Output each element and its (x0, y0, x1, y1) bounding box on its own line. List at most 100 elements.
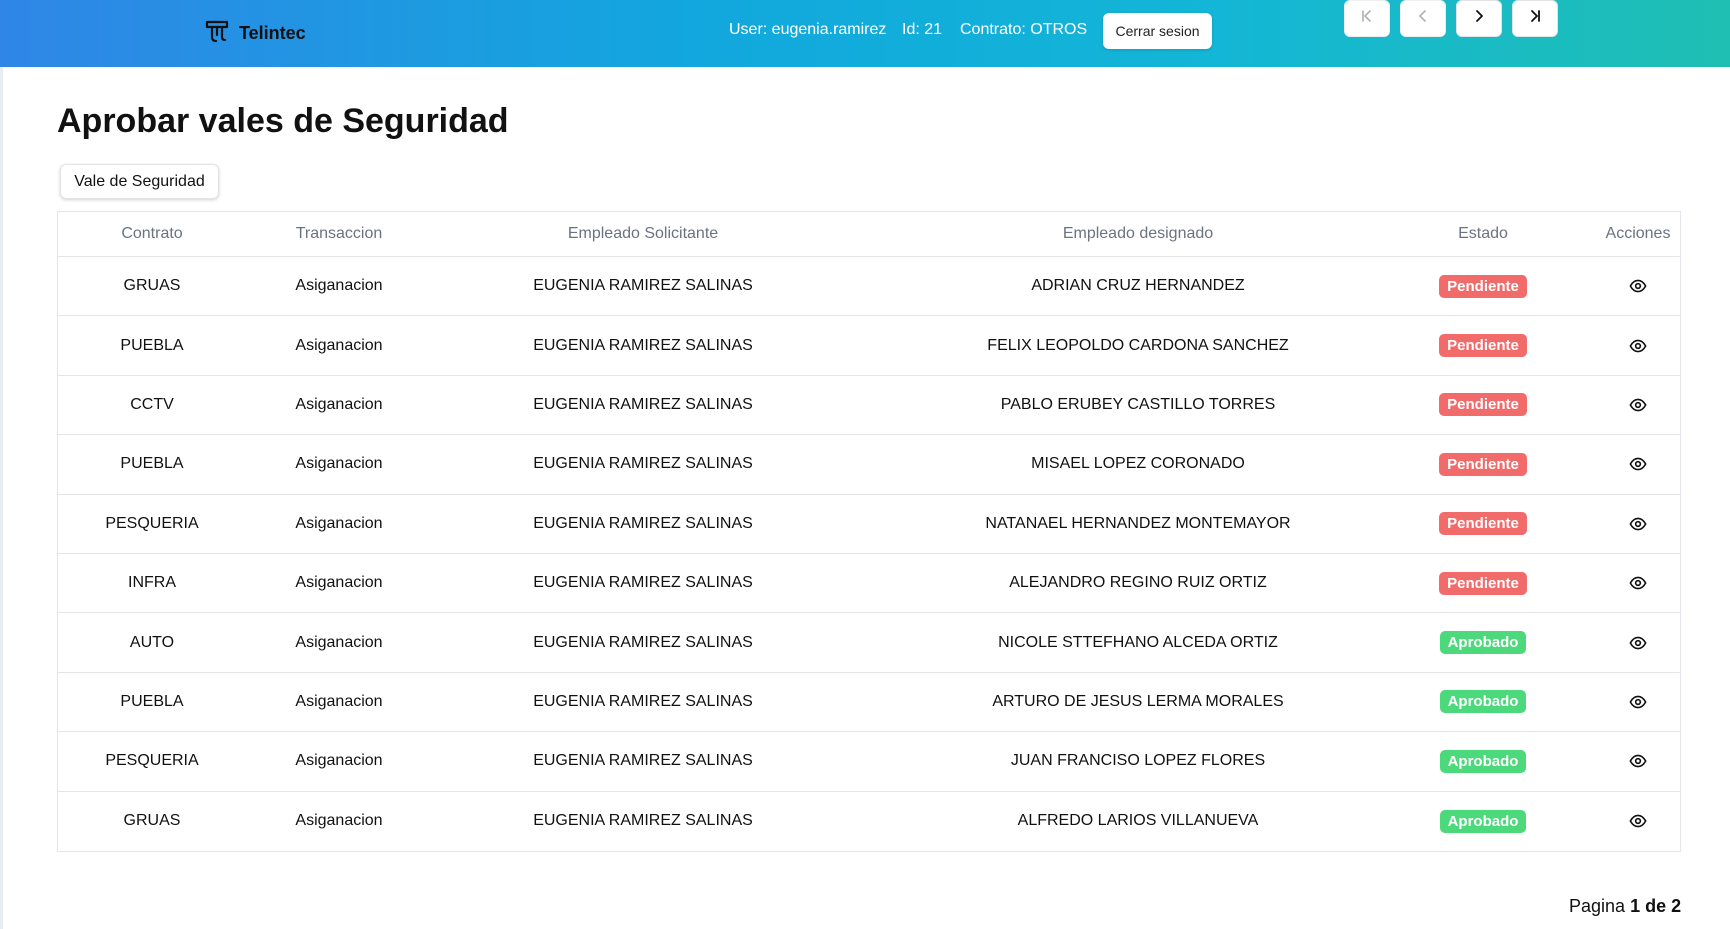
eye-icon (1629, 634, 1647, 652)
cell-solicitante: EUGENIA RAMIREZ SALINAS (533, 455, 753, 473)
table-row: INFRA Asiganacion EUGENIA RAMIREZ SALINAS A… (58, 554, 1680, 614)
cell-transaccion: Asiganacion (295, 692, 383, 710)
cell-designado: ADRIAN CRUZ HERNANDEZ (1031, 277, 1245, 295)
user-id-label: Id: 21 (902, 21, 943, 38)
page-separator: de (1645, 896, 1667, 916)
cell-contrato: PESQUERIA (105, 752, 199, 770)
view-button[interactable] (1624, 450, 1652, 478)
cell-designado: MISAEL LOPEZ CORONADO (1031, 455, 1245, 473)
table-header: Contrato Transaccion Empleado Solicitant… (58, 212, 1680, 257)
view-button[interactable] (1624, 272, 1652, 300)
first-page-button[interactable] (1344, 0, 1390, 37)
cell-designado: JUAN FRANCISO LOPEZ FLORES (1010, 752, 1266, 770)
cell-transaccion: Asiganacion (295, 277, 383, 295)
cell-solicitante: EUGENIA RAMIREZ SALINAS (533, 514, 753, 532)
current-page: 1 (1630, 896, 1641, 916)
cell-acciones (1598, 257, 1678, 315)
cell-estado: Pendiente (1398, 257, 1568, 315)
column-header-estado: Estado (1458, 225, 1508, 242)
cell-transaccion: Asiganacion (295, 752, 383, 770)
cell-estado: Pendiente (1398, 554, 1568, 612)
view-button[interactable] (1624, 391, 1652, 419)
view-button[interactable] (1624, 569, 1652, 597)
cell-acciones (1598, 732, 1678, 790)
eye-icon (1629, 693, 1647, 711)
cell-estado: Pendiente (1398, 495, 1568, 553)
left-divider (0, 67, 3, 929)
column-header-contrato: Contrato (121, 225, 183, 242)
table-row: PUEBLA Asiganacion EUGENIA RAMIREZ SALINAS… (58, 673, 1680, 733)
table-row: PUEBLA Asiganacion EUGENIA RAMIREZ SALINAS… (58, 316, 1680, 376)
cell-designado: NATANAEL HERNANDEZ MONTEMAYOR (985, 514, 1291, 532)
cell-contrato: GRUAS (123, 277, 181, 295)
vales-table: Contrato Transaccion Empleado Solicitant… (57, 211, 1681, 852)
cell-estado: Aprobado (1398, 613, 1568, 671)
contract-label: Contrato: OTROS (960, 21, 1088, 38)
view-button[interactable] (1624, 629, 1652, 657)
cell-acciones (1598, 316, 1678, 374)
table-row: PUEBLA Asiganacion EUGENIA RAMIREZ SALINAS… (58, 435, 1680, 495)
logout-button[interactable]: Cerrar sesion (1103, 13, 1212, 49)
prev-page-icon (1415, 8, 1431, 29)
cell-contrato: PUEBLA (120, 692, 184, 710)
table-row: CCTV Asiganacion EUGENIA RAMIREZ SALINAS PA… (58, 376, 1680, 436)
cell-solicitante: EUGENIA RAMIREZ SALINAS (533, 633, 753, 651)
cell-acciones (1598, 376, 1678, 434)
cell-estado: Aprobado (1398, 732, 1568, 790)
cell-estado: Pendiente (1398, 316, 1568, 374)
cell-acciones (1598, 554, 1678, 612)
column-header-transaccion: Transaccion (295, 225, 383, 242)
view-button[interactable] (1624, 807, 1652, 835)
brand-name: Telintec (239, 23, 306, 43)
status-badge: Aprobado (1439, 749, 1527, 773)
cell-contrato: GRUAS (123, 812, 181, 830)
cell-contrato: PUEBLA (120, 455, 184, 473)
view-button[interactable] (1624, 510, 1652, 538)
user-label: User: eugenia.ramirez (729, 21, 887, 38)
view-button[interactable] (1624, 332, 1652, 360)
cell-solicitante: EUGENIA RAMIREZ SALINAS (533, 395, 753, 413)
column-header-solicitante: Empleado Solicitante (567, 225, 719, 242)
page-label: Pagina (1569, 896, 1626, 916)
eye-icon (1629, 455, 1647, 473)
cell-solicitante: EUGENIA RAMIREZ SALINAS (533, 277, 753, 295)
status-badge: Pendiente (1439, 512, 1527, 536)
cell-acciones (1598, 435, 1678, 493)
cell-solicitante: EUGENIA RAMIREZ SALINAS (533, 752, 753, 770)
cell-acciones (1598, 673, 1678, 731)
status-badge: Aprobado (1439, 631, 1527, 655)
cell-designado: ALFREDO LARIOS VILLANUEVA (1017, 812, 1259, 830)
last-page-icon (1527, 8, 1543, 29)
next-page-button[interactable] (1456, 0, 1502, 37)
cell-contrato: PUEBLA (120, 336, 184, 354)
cell-transaccion: Asiganacion (295, 812, 383, 830)
view-button[interactable] (1624, 688, 1652, 716)
status-badge: Pendiente (1439, 571, 1527, 595)
cell-contrato: AUTO (129, 633, 175, 651)
column-header-acciones: Acciones (1605, 225, 1671, 242)
prev-page-button[interactable] (1400, 0, 1446, 37)
cell-transaccion: Asiganacion (295, 336, 383, 354)
eye-icon (1629, 396, 1647, 414)
status-badge: Pendiente (1439, 393, 1527, 417)
cell-solicitante: EUGENIA RAMIREZ SALINAS (533, 336, 753, 354)
view-button[interactable] (1624, 747, 1652, 775)
last-page-button[interactable] (1512, 0, 1558, 37)
cell-acciones (1598, 495, 1678, 553)
cell-solicitante: EUGENIA RAMIREZ SALINAS (533, 812, 753, 830)
cell-designado: ALEJANDRO REGINO RUIZ ORTIZ (1009, 574, 1267, 592)
page-title: Aprobar vales de Seguridad (57, 102, 509, 140)
brand[interactable]: Telintec (203, 17, 306, 50)
cell-estado: Aprobado (1398, 673, 1568, 731)
cell-solicitante: EUGENIA RAMIREZ SALINAS (533, 692, 753, 710)
vale-de-seguridad-button[interactable]: Vale de Seguridad (60, 164, 219, 199)
status-badge: Pendiente (1439, 274, 1527, 298)
cell-designado: NICOLE STTEFHANO ALCEDA ORTIZ (998, 633, 1278, 651)
status-badge: Pendiente (1439, 452, 1527, 476)
eye-icon (1629, 812, 1647, 830)
cell-acciones (1598, 613, 1678, 671)
cell-acciones (1598, 792, 1678, 851)
eye-icon (1629, 277, 1647, 295)
first-page-icon (1359, 8, 1375, 29)
status-badge: Pendiente (1439, 334, 1527, 358)
